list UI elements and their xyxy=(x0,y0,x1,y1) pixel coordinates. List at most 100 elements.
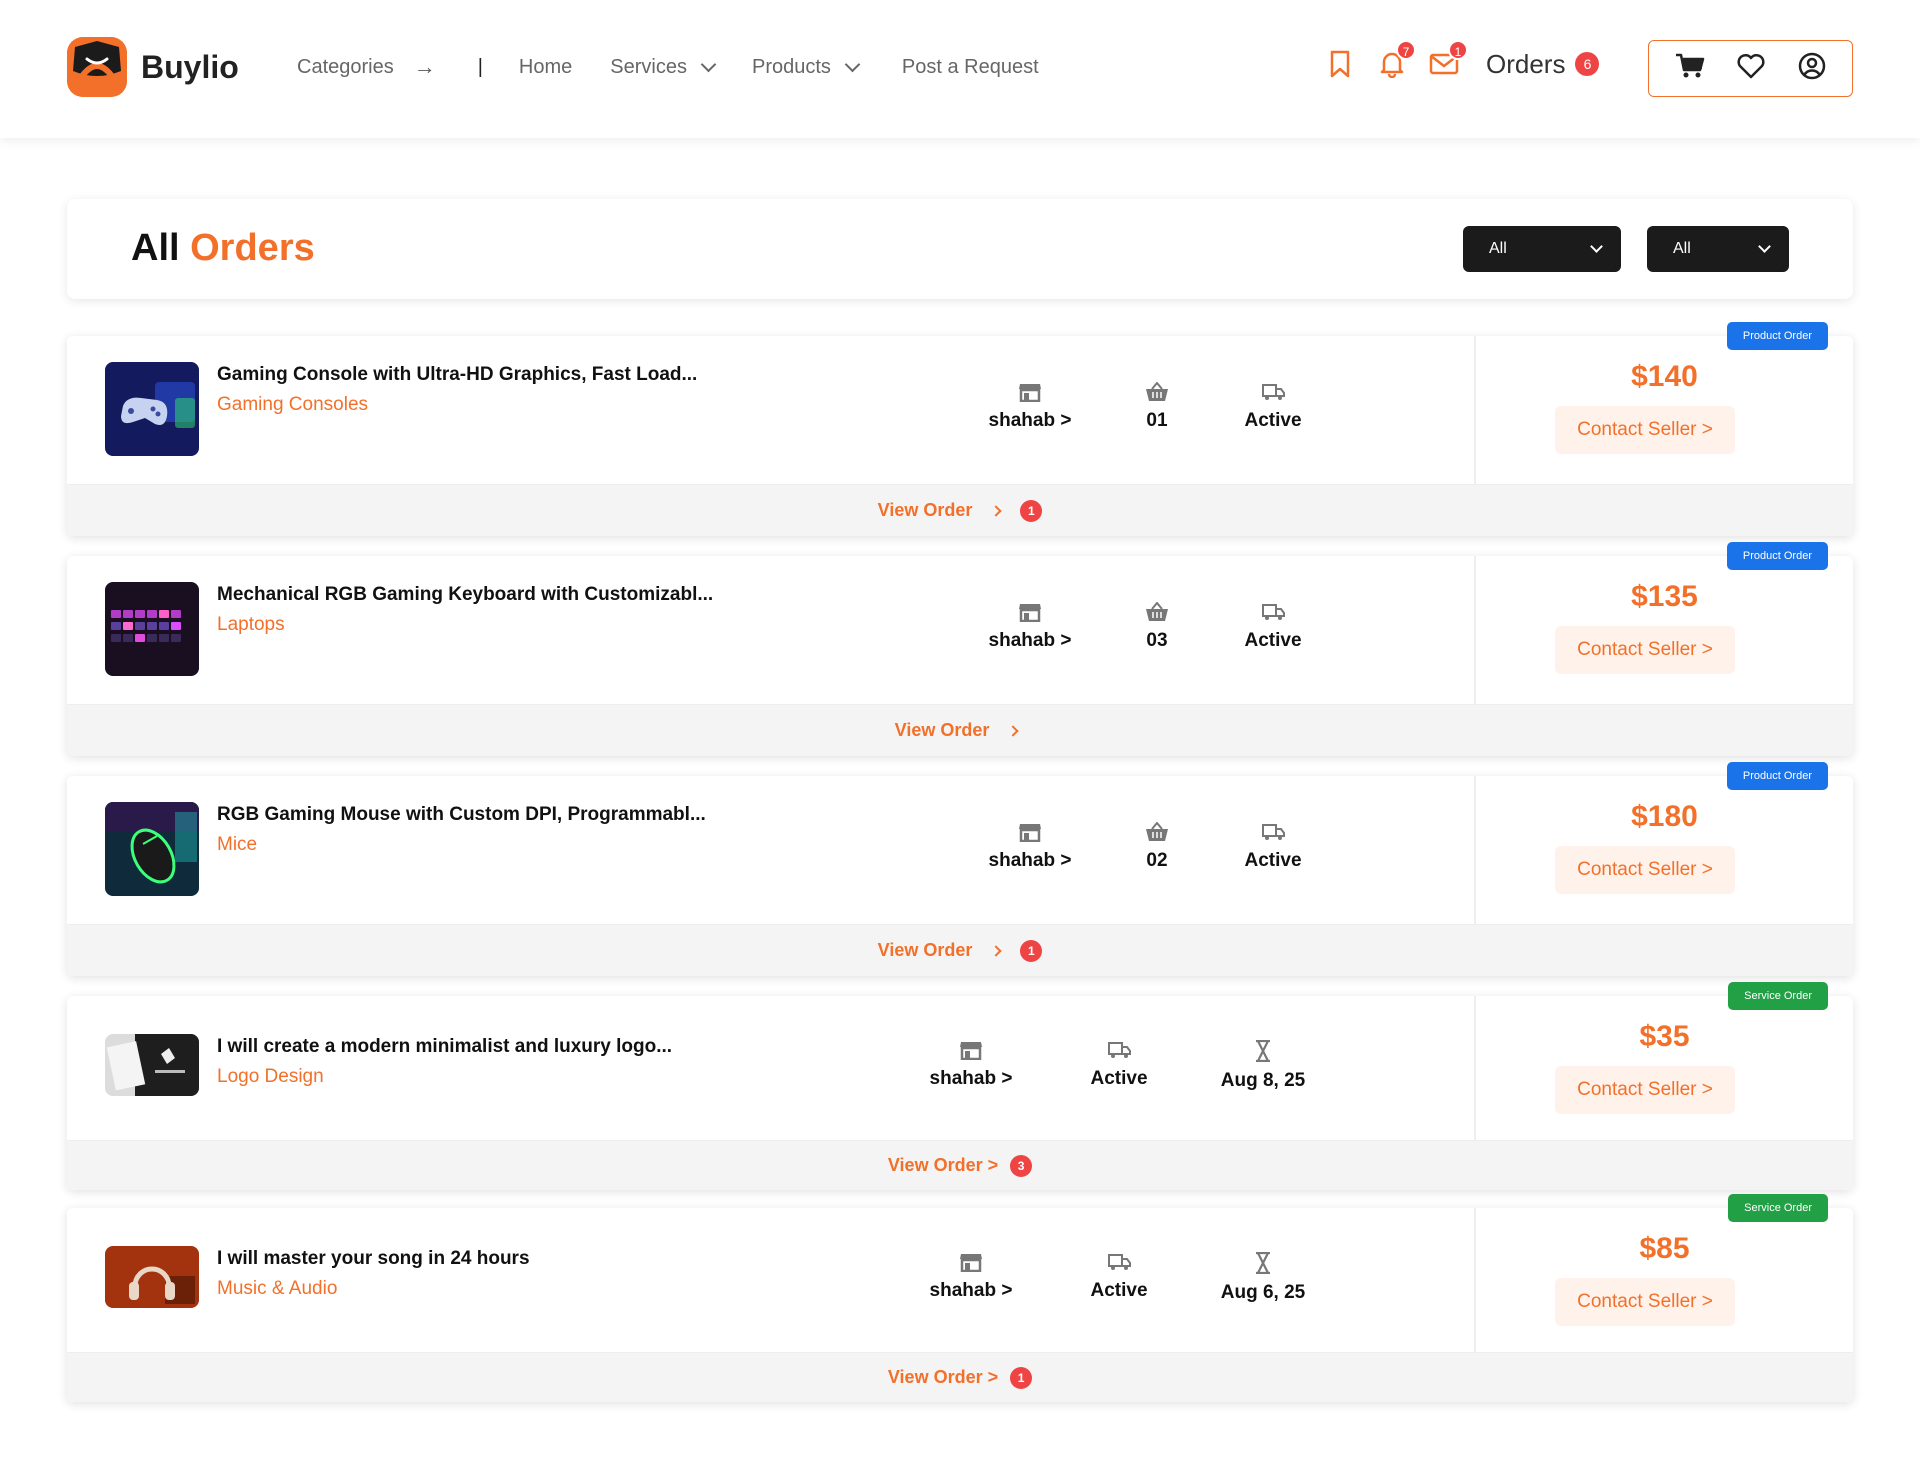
nav-home[interactable]: Home xyxy=(519,56,572,79)
contact-seller-button[interactable]: Contact Seller > xyxy=(1555,846,1735,894)
card-divider xyxy=(1474,776,1476,924)
brand-logo[interactable]: Buylio xyxy=(67,37,239,97)
order-card: Service Order I will master your song in… xyxy=(67,1194,1853,1402)
order-card: Product Order RGB Gaming Mouse with Cust… xyxy=(67,762,1853,976)
view-order-link[interactable]: View Order xyxy=(878,500,973,521)
seller-stat[interactable]: shahab > xyxy=(901,1252,1041,1302)
order-title[interactable]: Gaming Console with Ultra-HD Graphics, F… xyxy=(217,364,697,386)
order-category[interactable]: Mice xyxy=(217,834,257,856)
store-icon xyxy=(1019,604,1041,622)
product-thumbnail[interactable] xyxy=(105,802,199,896)
order-category[interactable]: Music & Audio xyxy=(217,1278,337,1300)
view-order-badge: 1 xyxy=(1020,939,1043,962)
filter-select-1[interactable]: All xyxy=(1463,226,1621,272)
product-thumbnail[interactable] xyxy=(105,362,199,456)
orders-label: Orders xyxy=(1486,48,1566,79)
view-order-bar[interactable]: View Order 1 xyxy=(67,924,1853,976)
logo-mark-icon xyxy=(67,37,127,97)
cart-button[interactable] xyxy=(1675,52,1705,85)
order-price: $35 xyxy=(1639,1020,1690,1053)
order-title[interactable]: I will create a modern minimalist and lu… xyxy=(217,1036,672,1058)
card-divider xyxy=(1474,336,1476,484)
view-order-link[interactable]: View Order xyxy=(878,940,973,961)
view-order-badge: 3 xyxy=(1010,1154,1033,1177)
page-title-part2: Orders xyxy=(190,227,315,269)
order-quantity: 02 xyxy=(1146,850,1168,871)
nav-post-request-label: Post a Request xyxy=(901,55,1039,78)
delivery-date: Aug 6, 25 xyxy=(1220,1282,1306,1303)
order-main: Mechanical RGB Gaming Keyboard with Cust… xyxy=(67,556,1853,704)
seller-name: shahab > xyxy=(988,630,1072,651)
notifications-button[interactable]: 7 xyxy=(1372,40,1416,84)
view-order-badge: 1 xyxy=(1010,1366,1033,1389)
chevron-down-icon xyxy=(1758,239,1771,253)
order-price: $140 xyxy=(1631,360,1698,393)
contact-seller-button[interactable]: Contact Seller > xyxy=(1555,1278,1735,1326)
store-icon xyxy=(1019,384,1041,402)
nav-products[interactable]: Products xyxy=(751,55,861,79)
view-order-bar[interactable]: View Order 1 xyxy=(67,484,1853,536)
status-stat: Active xyxy=(1049,1040,1189,1090)
view-order-badge: 1 xyxy=(1020,499,1043,522)
order-category[interactable]: Laptops xyxy=(217,614,285,636)
page-title-card: All Orders All All xyxy=(67,199,1853,299)
order-title[interactable]: I will master your song in 24 hours xyxy=(217,1248,530,1270)
truck-icon xyxy=(1262,384,1285,400)
messages-button[interactable]: 1 xyxy=(1424,40,1468,84)
seller-stat[interactable]: shahab > xyxy=(960,382,1100,432)
bookmark-button[interactable] xyxy=(1320,44,1360,84)
seller-name: shahab > xyxy=(929,1068,1013,1089)
heart-icon xyxy=(1737,53,1766,79)
order-title[interactable]: RGB Gaming Mouse with Custom DPI, Progra… xyxy=(217,804,706,826)
order-status: Active xyxy=(1244,850,1302,871)
nav-categories-label: Categories xyxy=(297,55,394,78)
chevron-down-icon xyxy=(1590,239,1603,253)
product-thumbnail[interactable] xyxy=(105,582,199,676)
order-main: I will create a modern minimalist and lu… xyxy=(67,996,1853,1140)
order-title[interactable]: Mechanical RGB Gaming Keyboard with Cust… xyxy=(217,584,713,606)
order-price: $180 xyxy=(1631,800,1698,833)
order-card: Service Order I will create a modern min… xyxy=(67,982,1853,1190)
status-stat: Active xyxy=(1049,1252,1189,1302)
user-actions-box xyxy=(1648,40,1853,97)
card-divider xyxy=(1474,556,1476,704)
orders-link[interactable]: Orders 6 xyxy=(1486,48,1600,80)
view-order-link[interactable]: View Order > xyxy=(888,1367,998,1388)
arrow-right-icon: → xyxy=(413,54,436,79)
chevron-right-icon xyxy=(990,944,1003,957)
contact-seller-button[interactable]: Contact Seller > xyxy=(1555,626,1735,674)
gaming-console-image xyxy=(105,362,199,456)
seller-stat[interactable]: shahab > xyxy=(901,1040,1041,1090)
view-order-bar[interactable]: View Order xyxy=(67,704,1853,756)
filter-select-1-value: All xyxy=(1489,240,1507,257)
seller-stat[interactable]: shahab > xyxy=(960,822,1100,872)
filter-select-2[interactable]: All xyxy=(1647,226,1789,272)
nav-categories[interactable]: Categories → xyxy=(297,54,436,80)
contact-seller-button[interactable]: Contact Seller > xyxy=(1555,406,1735,454)
seller-name: shahab > xyxy=(929,1280,1013,1301)
view-order-link[interactable]: View Order xyxy=(895,720,990,741)
order-card: Product Order Gaming Console with Ultra-… xyxy=(67,322,1853,536)
order-quantity: 01 xyxy=(1146,410,1168,431)
order-category[interactable]: Gaming Consoles xyxy=(217,394,368,416)
nav-post-request[interactable]: Post a Request xyxy=(902,56,1039,79)
account-button[interactable] xyxy=(1798,52,1826,85)
wishlist-button[interactable] xyxy=(1737,53,1766,84)
service-thumbnail[interactable] xyxy=(105,1246,199,1308)
order-price: $135 xyxy=(1631,580,1698,613)
contact-seller-button[interactable]: Contact Seller > xyxy=(1555,1066,1735,1114)
nav-products-label: Products xyxy=(751,55,831,78)
delivery-date-stat: Aug 8, 25 xyxy=(1193,1040,1333,1092)
view-order-link[interactable]: View Order > xyxy=(888,1155,998,1176)
service-thumbnail[interactable] xyxy=(105,1034,199,1096)
truck-icon xyxy=(1262,824,1285,840)
nav-services[interactable]: Services xyxy=(610,56,717,79)
seller-stat[interactable]: shahab > xyxy=(960,602,1100,652)
order-main: Gaming Console with Ultra-HD Graphics, F… xyxy=(67,336,1853,484)
view-order-bar[interactable]: View Order > 3 xyxy=(67,1140,1853,1190)
order-category[interactable]: Logo Design xyxy=(217,1066,324,1088)
order-quantity: 03 xyxy=(1146,630,1168,651)
view-order-bar[interactable]: View Order > 1 xyxy=(67,1352,1853,1402)
delivery-date-stat: Aug 6, 25 xyxy=(1193,1252,1333,1304)
page-title: All Orders xyxy=(131,227,315,270)
